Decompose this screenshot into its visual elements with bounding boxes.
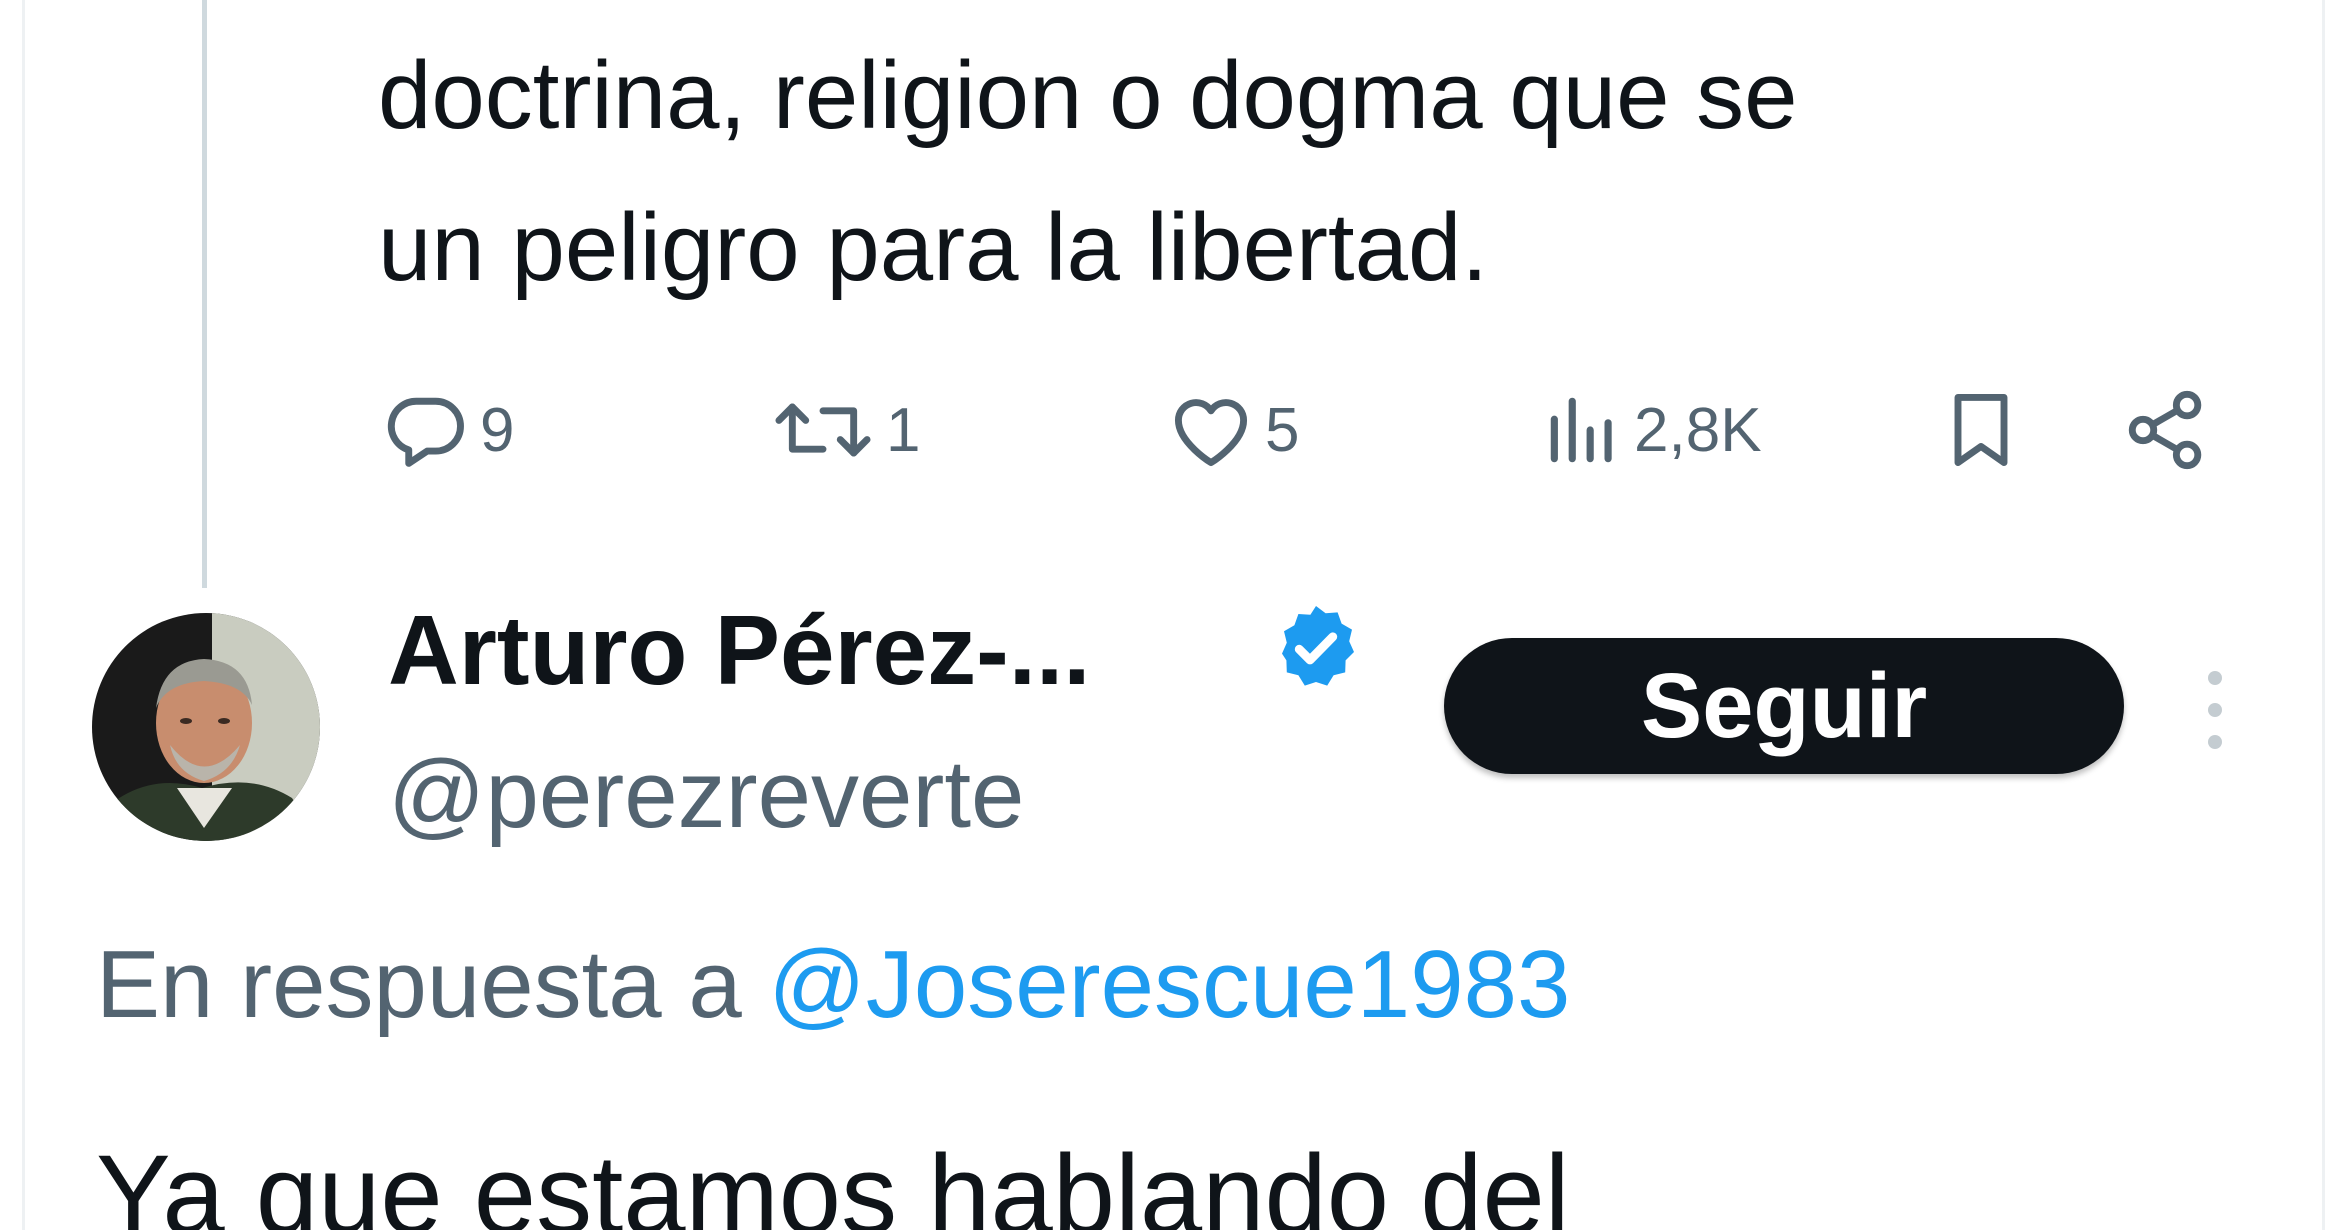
views-button[interactable]: 2,8K (1540, 380, 1762, 480)
follow-button-label: Seguir (1640, 654, 1928, 757)
like-count: 5 (1265, 395, 1300, 465)
views-count: 2,8K (1634, 395, 1762, 465)
share-icon (2128, 390, 2202, 470)
previous-tweet-line: un peligro para la libertad. (378, 194, 1489, 301)
like-button[interactable]: 5 (1165, 380, 1299, 480)
share-button[interactable] (2120, 380, 2212, 480)
right-border (2322, 0, 2325, 1230)
tweet-body-text: Ya que estamos hablando del (96, 1132, 1570, 1230)
reply-context: En respuesta a @Joserescue1983 (96, 920, 1570, 1050)
author-name[interactable]: Arturo Pérez-... (388, 585, 1090, 715)
previous-tweet-action-bar: 9 1 5 2,8K (380, 380, 2230, 480)
follow-button[interactable]: Seguir (1444, 638, 2124, 774)
author-photo (92, 613, 320, 841)
thread-connector-line (202, 0, 207, 588)
avatar[interactable] (92, 613, 320, 841)
previous-tweet-line: doctrina, religion o dogma que se (378, 42, 1798, 149)
more-vertical-icon[interactable] (2200, 660, 2230, 760)
reply-mention-link[interactable]: @Joserescue1983 (768, 931, 1570, 1038)
retweet-button[interactable]: 1 (768, 380, 920, 480)
verified-badge-icon (1282, 606, 1354, 686)
author-handle[interactable]: @perezreverte (388, 730, 1024, 860)
heart-icon (1174, 399, 1248, 467)
previous-tweet-text: doctrina, religion o dogma que se un pel… (378, 20, 2278, 324)
tweet-thread-view: doctrina, religion o dogma que se un pel… (0, 0, 2350, 1230)
retweet-icon (775, 403, 871, 457)
views-bars-icon (1550, 397, 1612, 463)
retweet-count: 1 (886, 395, 921, 465)
bookmark-icon (1954, 393, 2008, 467)
reply-prefix: En respuesta a (96, 931, 769, 1038)
reply-bubble-icon (387, 397, 464, 467)
reply-button[interactable]: 9 (380, 380, 514, 480)
bookmark-button[interactable] (1935, 380, 2027, 480)
left-border (22, 0, 25, 1230)
reply-count: 9 (480, 395, 515, 465)
